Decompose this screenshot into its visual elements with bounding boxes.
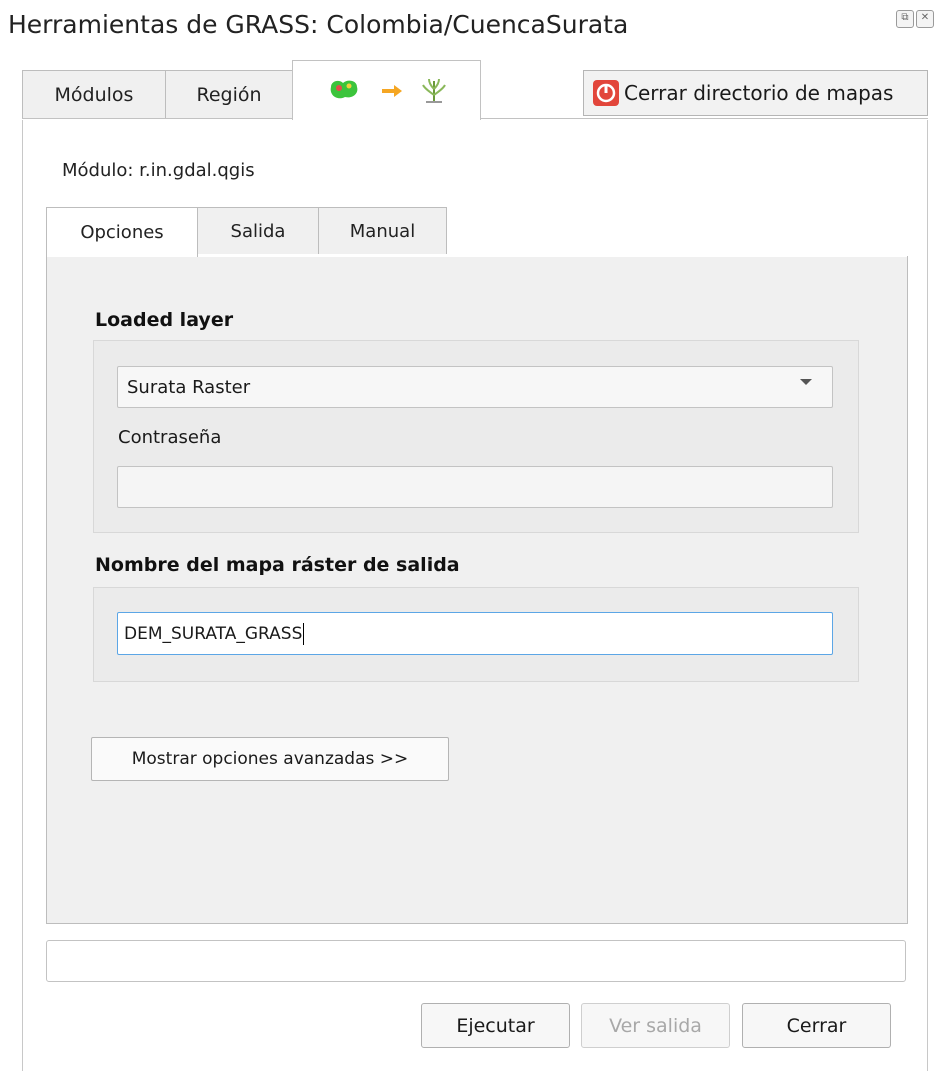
run-button[interactable]: Ejecutar (421, 1003, 570, 1048)
tab-region-label: Región (196, 84, 262, 106)
output-map-title: Nombre del mapa ráster de salida (95, 554, 460, 576)
window-title: Herramientas de GRASS: Colombia/CuencaSu… (8, 10, 629, 39)
run-button-label: Ejecutar (456, 1014, 535, 1037)
float-icon[interactable]: ⧉ (896, 10, 914, 28)
password-field[interactable] (117, 466, 833, 508)
output-map-input[interactable]: DEM_SURATA_GRASS (117, 612, 833, 655)
layer-select-value: Surata Raster (127, 376, 251, 398)
tab-modules[interactable]: Módulos (22, 70, 166, 119)
text-caret (303, 622, 305, 645)
module-label: Módulo: r.in.gdal.qgis (62, 160, 255, 181)
grass-icon (421, 78, 446, 103)
tab-manual-label: Manual (349, 221, 416, 242)
raster-icon (330, 80, 357, 98)
arrow-right-icon (381, 84, 402, 97)
power-icon (593, 80, 619, 106)
tab-manual[interactable]: Manual (318, 207, 447, 255)
close-icon[interactable]: ✕ (916, 10, 934, 28)
loaded-layer-title: Loaded layer (95, 309, 234, 331)
close-button-label: Cerrar (786, 1014, 847, 1037)
close-mapset-label: Cerrar directorio de mapas (624, 81, 894, 105)
tab-output-label: Salida (230, 221, 286, 242)
output-map-value: DEM_SURATA_GRASS (124, 623, 303, 644)
tab-modules-label: Módulos (54, 84, 134, 106)
advanced-options-label: Mostrar opciones avanzadas >> (131, 749, 409, 769)
tab-options-label: Opciones (80, 222, 164, 243)
status-bar (46, 940, 906, 982)
tab-output[interactable]: Salida (197, 207, 319, 255)
tab-import-layer[interactable] (292, 60, 481, 120)
close-button[interactable]: Cerrar (742, 1003, 891, 1048)
chevron-down-icon[interactable] (800, 379, 812, 385)
tab-options[interactable]: Opciones (46, 207, 198, 257)
close-mapset-button[interactable]: Cerrar directorio de mapas (583, 70, 928, 116)
title-controls: ⧉ ✕ (896, 10, 936, 32)
password-label: Contraseña (118, 427, 222, 448)
view-output-button[interactable]: Ver salida (581, 1003, 730, 1048)
view-output-button-label: Ver salida (609, 1014, 702, 1037)
advanced-options-button[interactable]: Mostrar opciones avanzadas >> (91, 737, 449, 781)
tab-region[interactable]: Región (165, 70, 293, 119)
layer-select[interactable]: Surata Raster (117, 366, 833, 408)
